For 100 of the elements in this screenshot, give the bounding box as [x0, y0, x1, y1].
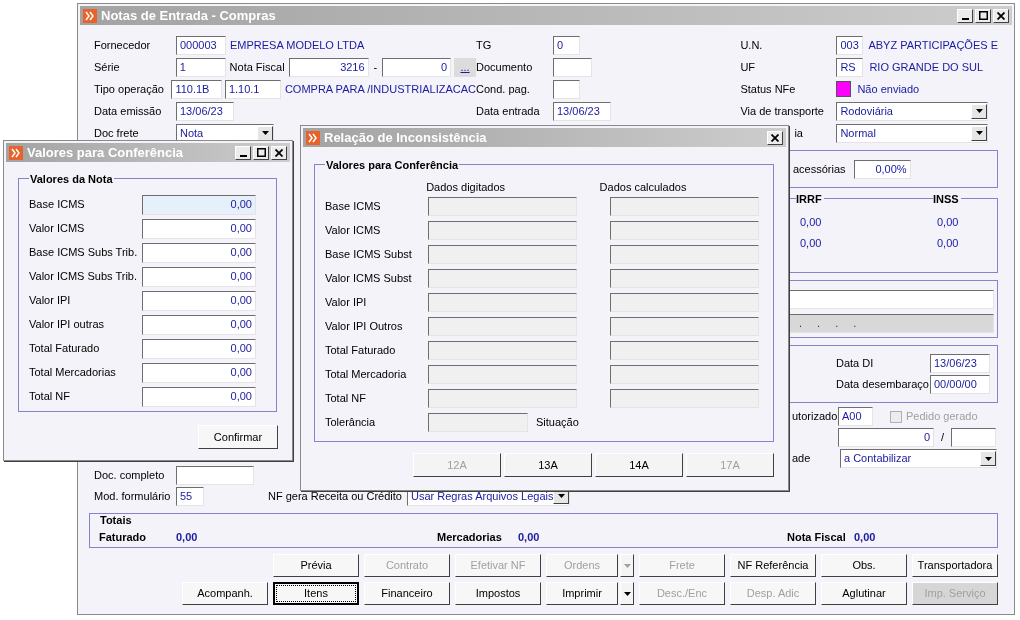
- dropdown[interactable]: Rodoviária: [836, 101, 989, 121]
- text-field[interactable]: [553, 57, 592, 77]
- close-button[interactable]: [767, 130, 783, 145]
- dropdown[interactable]: Normal: [836, 123, 989, 143]
- dropdown[interactable]: a Contabilizar: [840, 449, 997, 468]
- text-field[interactable]: 00/00/00: [930, 375, 990, 394]
- total-label: Nota Fiscal: [787, 529, 847, 545]
- text-field[interactable]: [428, 269, 577, 288]
- caret-icon: [975, 109, 983, 113]
- field-label: NF gera Receita ou Crédito: [268, 488, 403, 504]
- text-field[interactable]: 0,00%: [853, 159, 911, 179]
- field-text: Não enviado: [857, 81, 920, 97]
- close-button[interactable]: [993, 8, 1009, 23]
- text-field[interactable]: 0: [838, 428, 934, 447]
- text-field[interactable]: [610, 317, 759, 336]
- text-field[interactable]: [428, 413, 528, 432]
- text-field[interactable]: 0: [382, 57, 452, 77]
- text-field[interactable]: 0,00: [142, 290, 256, 311]
- total-value: 0,00: [176, 529, 199, 545]
- app-icon: [306, 130, 320, 145]
- value-text: 0,00: [937, 236, 960, 251]
- field-label: Valor IPI: [29, 293, 72, 309]
- text-field[interactable]: [951, 428, 997, 447]
- text-field[interactable]: [610, 221, 759, 240]
- text-field[interactable]: 003: [836, 35, 864, 55]
- field-label: Valor ICMS Subs Trib.: [29, 269, 138, 285]
- field-label: ia: [794, 126, 803, 139]
- text-field[interactable]: 0,00: [142, 386, 256, 407]
- field-label: Base ICMS: [29, 197, 86, 213]
- action-button[interactable]: 14A: [595, 453, 683, 477]
- text-field[interactable]: 000003: [176, 35, 226, 55]
- text-field[interactable]: 0,00: [142, 218, 256, 239]
- action-button[interactable]: NF Referência: [730, 554, 816, 577]
- text-field[interactable]: 0,00: [142, 194, 256, 215]
- maximize-button[interactable]: [253, 145, 269, 160]
- field-label: Documento: [476, 59, 534, 75]
- text-field[interactable]: 1.10.1: [224, 79, 281, 99]
- text-field[interactable]: 0,00: [142, 362, 256, 383]
- caret-icon: [261, 131, 269, 135]
- text-field[interactable]: 13/06/23: [553, 101, 611, 121]
- text-field[interactable]: 0,00: [142, 242, 256, 263]
- close-button[interactable]: [271, 145, 287, 160]
- text-field[interactable]: 13/06/23: [930, 354, 990, 373]
- text-field[interactable]: [428, 365, 577, 384]
- text-field[interactable]: [610, 245, 759, 264]
- text-field[interactable]: 55: [176, 486, 204, 506]
- text-field[interactable]: 0,00: [142, 266, 256, 287]
- text-field[interactable]: [553, 79, 580, 99]
- action-button[interactable]: Aglutinar: [821, 582, 907, 605]
- text-field[interactable]: . . . .: [788, 314, 994, 333]
- total-label: Faturado: [99, 529, 148, 545]
- field-label: utorizado: [792, 409, 838, 425]
- action-button[interactable]: 13A: [504, 453, 592, 477]
- minimize-button[interactable]: [235, 145, 251, 160]
- field-label: Data entrada: [476, 103, 541, 119]
- column-heading: Dados digitados: [426, 179, 507, 195]
- field-label: Total Mercadorias: [29, 365, 117, 381]
- text-field[interactable]: [610, 341, 759, 360]
- action-button[interactable]: Financeiro: [364, 582, 450, 605]
- action-button[interactable]: Prévia: [273, 554, 359, 577]
- action-button[interactable]: Imprimir: [546, 582, 618, 605]
- field-text: RIO GRANDE DO SUL: [869, 59, 984, 75]
- text-field[interactable]: [428, 197, 577, 216]
- text-field[interactable]: [428, 221, 577, 240]
- text-field[interactable]: [610, 269, 759, 288]
- field-label: ade: [792, 451, 812, 467]
- text-field[interactable]: RS: [836, 57, 864, 77]
- text-field[interactable]: [610, 365, 759, 384]
- text-field[interactable]: [610, 197, 759, 216]
- text-field[interactable]: 1: [175, 57, 226, 77]
- field-label: Base ICMS Subs Trib.: [29, 245, 139, 261]
- text-field[interactable]: [428, 245, 577, 264]
- text-field[interactable]: 110.1B: [171, 79, 222, 99]
- window-title: Valores para Conferência: [27, 143, 184, 162]
- text-field[interactable]: [610, 293, 759, 312]
- lookup-button[interactable]: ...: [454, 57, 476, 77]
- text-field[interactable]: [610, 389, 759, 408]
- close-icon: [997, 11, 1005, 20]
- minimize-button[interactable]: [957, 8, 973, 23]
- action-button[interactable]: Itens: [273, 582, 359, 605]
- text-field[interactable]: [428, 341, 577, 360]
- action-button[interactable]: Acompanh.: [182, 582, 268, 605]
- text-field[interactable]: [428, 389, 577, 408]
- text-field[interactable]: [428, 293, 577, 312]
- text-field[interactable]: [788, 290, 994, 309]
- action-button[interactable]: Obs.: [821, 554, 907, 577]
- action-button[interactable]: Impostos: [455, 582, 541, 605]
- text-field[interactable]: 0: [553, 35, 580, 55]
- maximize-button[interactable]: [975, 8, 991, 23]
- text-field[interactable]: 3216: [288, 57, 369, 77]
- menu-arrow-button[interactable]: [620, 582, 634, 605]
- text-field[interactable]: 0,00: [142, 338, 256, 359]
- text-field[interactable]: A00: [838, 407, 873, 426]
- text-field[interactable]: [428, 317, 577, 336]
- text-field[interactable]: [176, 465, 254, 485]
- text-field[interactable]: 0,00: [142, 314, 256, 335]
- action-button[interactable]: Transportadora: [912, 554, 998, 577]
- text-field[interactable]: 13/06/23: [176, 101, 234, 121]
- total-label: Mercadorias: [437, 529, 503, 545]
- confirm-button[interactable]: Confirmar: [198, 425, 278, 449]
